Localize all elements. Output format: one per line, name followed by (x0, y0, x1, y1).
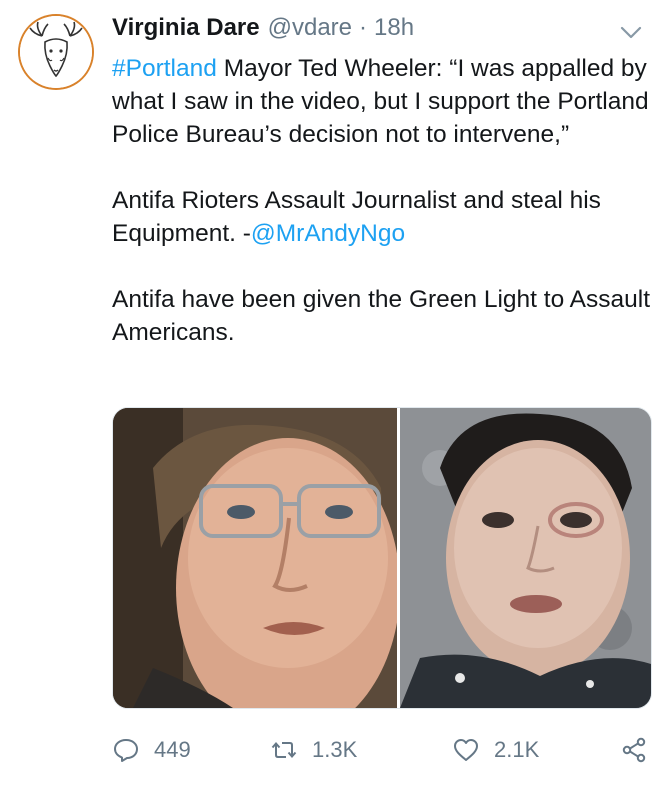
reply-icon (114, 739, 138, 762)
hashtag-link[interactable]: #Portland (112, 55, 217, 82)
retweet-count: 1.3K (312, 737, 358, 762)
share-icon (622, 737, 646, 763)
tweet-header: Virginia Dare @vdare · 18h (112, 14, 414, 48)
tweet-actions: 449 1.3K 2.1K (112, 730, 652, 770)
retweet-icon (271, 741, 297, 759)
photo-left[interactable] (113, 408, 397, 708)
share-button[interactable] (620, 730, 648, 770)
separator-dot: · (359, 14, 368, 41)
like-count: 2.1K (494, 737, 540, 762)
user-handle[interactable]: @vdare (268, 14, 352, 42)
deer-head-logo-icon (20, 16, 92, 88)
reply-count: 449 (154, 737, 191, 762)
timestamp[interactable]: 18h (374, 14, 414, 42)
display-name[interactable]: Virginia Dare (112, 14, 260, 42)
reply-button[interactable]: 449 (112, 730, 191, 770)
tweet-paragraph-1: #Portland Mayor Ted Wheeler: “I was appa… (112, 52, 652, 151)
tweet[interactable]: Virginia Dare @vdare · 18h #Portland May… (0, 0, 666, 800)
tweet-paragraph-3: Antifa have been given the Green Light t… (112, 283, 652, 349)
photo-right-image (400, 408, 651, 708)
heart-icon (454, 739, 478, 761)
tweet-paragraph-2: Antifa Rioters Assault Journalist and st… (112, 184, 652, 250)
tweet-menu-button[interactable] (618, 22, 644, 42)
photo-left-image (113, 408, 397, 708)
avatar[interactable] (18, 14, 94, 90)
mention-link[interactable]: @MrAndyNgo (251, 220, 405, 247)
tweet-text: #Portland Mayor Ted Wheeler: “I was appa… (112, 52, 652, 349)
retweet-button[interactable]: 1.3K (270, 730, 357, 770)
photo-right[interactable] (400, 408, 651, 708)
chevron-down-icon (620, 26, 642, 39)
paragraph-3-text: Antifa have been given the Green Light t… (112, 286, 651, 346)
tweet-media[interactable] (112, 407, 652, 709)
like-button[interactable]: 2.1K (452, 730, 539, 770)
